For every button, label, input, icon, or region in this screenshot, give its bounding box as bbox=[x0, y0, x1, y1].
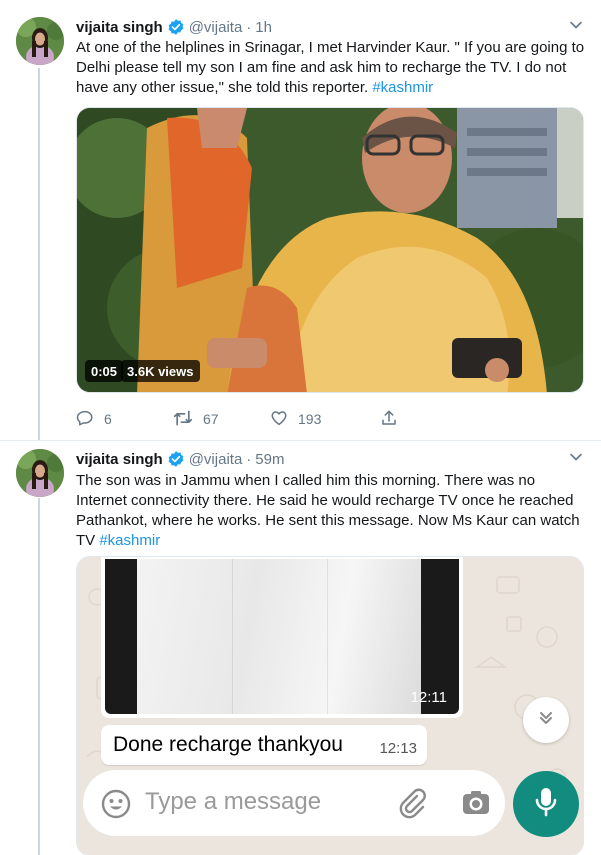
video-frame bbox=[77, 108, 583, 392]
tweet-header: vijaita singh @vijaita · 59m bbox=[76, 448, 284, 470]
reply-count: 6 bbox=[104, 411, 112, 427]
message-input-bar[interactable]: Type a message bbox=[83, 770, 505, 836]
author-handle[interactable]: @vijaita bbox=[189, 19, 243, 36]
scroll-down-button[interactable] bbox=[523, 697, 569, 743]
reply-button[interactable]: 6 bbox=[76, 409, 173, 430]
like-count: 193 bbox=[298, 411, 322, 427]
voice-record-button[interactable] bbox=[513, 771, 579, 837]
video-views-badge: 3.6K views bbox=[121, 360, 200, 382]
tweet-time[interactable]: 1h bbox=[255, 19, 272, 36]
separator-dot: · bbox=[246, 450, 252, 468]
tweet-header: vijaita singh @vijaita · 1h bbox=[76, 16, 272, 38]
paper-photo bbox=[137, 559, 421, 714]
emoji-icon[interactable] bbox=[101, 789, 131, 824]
camera-icon[interactable] bbox=[461, 789, 491, 822]
retweet-button[interactable]: 67 bbox=[173, 409, 270, 430]
tweet-time[interactable]: 59m bbox=[255, 451, 284, 468]
whatsapp-screenshot[interactable]: 12:11 Done recharge thankyou 12:13 Type … bbox=[76, 556, 584, 855]
paperclip-icon[interactable] bbox=[399, 787, 429, 824]
image-message[interactable]: 12:11 bbox=[105, 559, 459, 714]
tweet-body: At one of the helplines in Srinagar, I m… bbox=[76, 39, 585, 96]
retweet-icon bbox=[173, 409, 203, 430]
microphone-icon bbox=[534, 786, 558, 823]
tweet-actions: 6 67 193 bbox=[76, 407, 496, 431]
reply-icon bbox=[76, 409, 104, 430]
author-name[interactable]: vijaita singh bbox=[76, 19, 163, 36]
paper-fold bbox=[232, 559, 233, 714]
tweet-text: At one of the helplines in Srinagar, I m… bbox=[76, 38, 586, 98]
verified-icon bbox=[167, 18, 185, 36]
image-timestamp: 12:11 bbox=[410, 689, 447, 706]
retweet-count: 67 bbox=[203, 411, 219, 427]
heart-icon bbox=[270, 409, 298, 430]
share-button[interactable] bbox=[380, 409, 408, 430]
message-text: Done recharge thankyou bbox=[113, 733, 343, 756]
paper-fold bbox=[327, 559, 328, 714]
verified-icon bbox=[167, 450, 185, 468]
chevron-down-icon[interactable] bbox=[569, 450, 583, 467]
hashtag-link[interactable]: #kashmir bbox=[372, 79, 433, 96]
author-name[interactable]: vijaita singh bbox=[76, 451, 163, 468]
share-icon bbox=[380, 409, 408, 430]
separator-dot: · bbox=[246, 18, 252, 36]
chevron-down-icon[interactable] bbox=[569, 18, 583, 35]
tweet[interactable]: vijaita singh @vijaita · 59m The son was… bbox=[0, 440, 601, 855]
avatar[interactable] bbox=[16, 449, 64, 497]
tweet[interactable]: vijaita singh @vijaita · 1h At one of th… bbox=[0, 0, 601, 440]
text-message-bubble[interactable]: Done recharge thankyou 12:13 bbox=[101, 725, 427, 765]
hashtag-link[interactable]: #kashmir bbox=[99, 532, 160, 549]
message-timestamp: 12:13 bbox=[379, 740, 417, 757]
video-player[interactable]: 0:05 3.6K views bbox=[76, 107, 584, 393]
avatar[interactable] bbox=[16, 17, 64, 65]
like-button[interactable]: 193 bbox=[270, 409, 380, 430]
double-chevron-down-icon bbox=[536, 708, 556, 733]
tweet-text: The son was in Jammu when I called him t… bbox=[76, 471, 586, 551]
image-message-bubble[interactable]: 12:11 bbox=[101, 557, 463, 718]
video-duration-badge: 0:05 bbox=[85, 360, 124, 382]
message-input[interactable]: Type a message bbox=[145, 788, 321, 816]
author-handle[interactable]: @vijaita bbox=[189, 451, 243, 468]
